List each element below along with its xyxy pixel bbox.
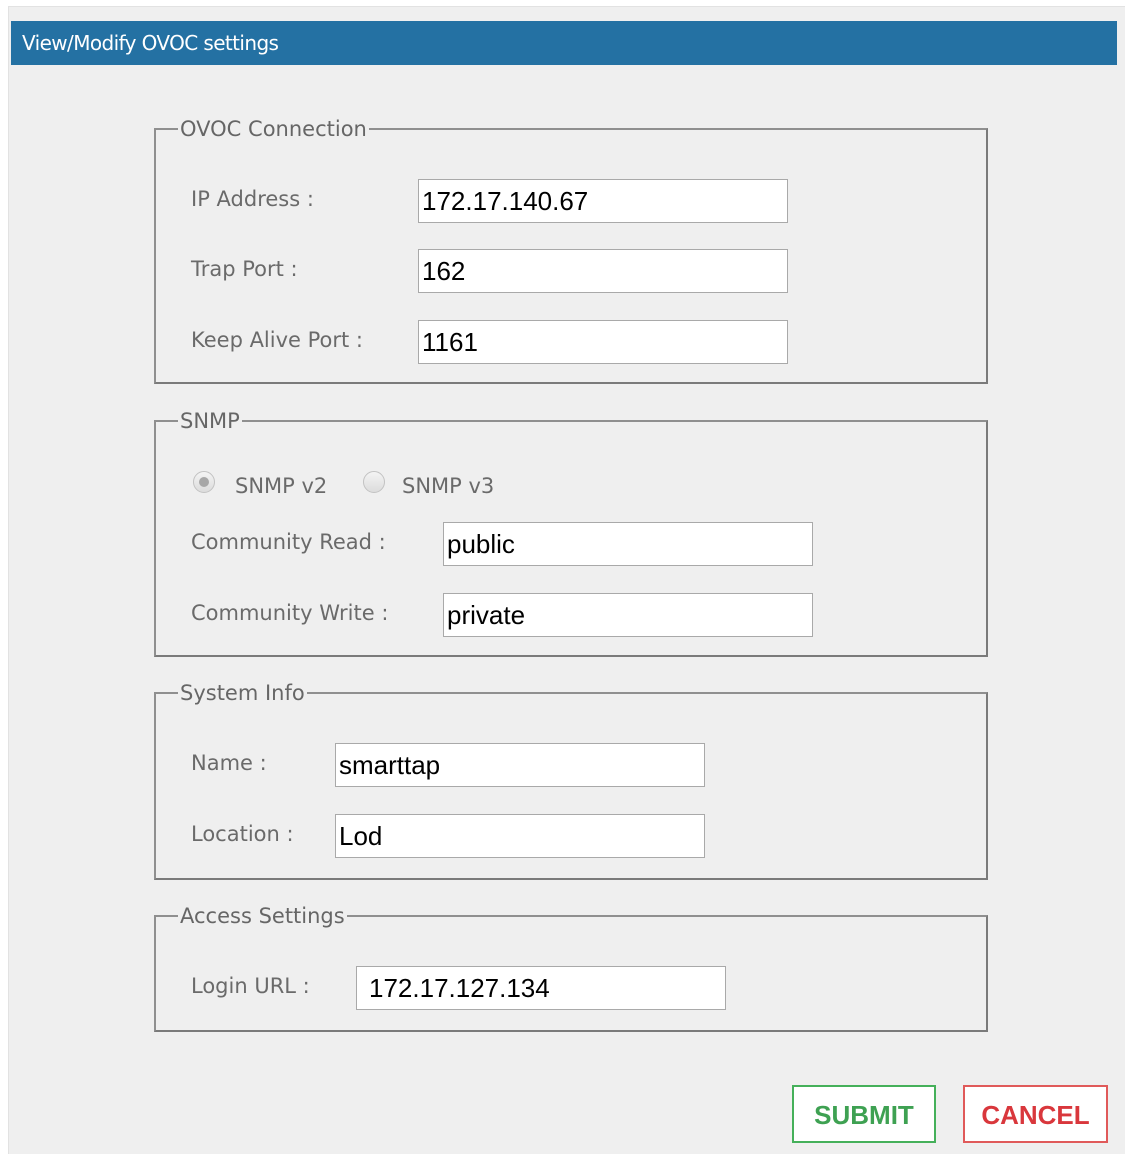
- location-label: Location :: [191, 822, 294, 846]
- name-input[interactable]: [335, 743, 705, 787]
- login-url-input[interactable]: [356, 966, 726, 1010]
- system-info-legend: System Info: [180, 681, 305, 705]
- keep-alive-port-label: Keep Alive Port :: [191, 328, 364, 352]
- cancel-button[interactable]: CANCEL: [963, 1085, 1108, 1143]
- snmp-legend: SNMP: [180, 409, 240, 433]
- login-url-label: Login URL :: [191, 974, 310, 998]
- keep-alive-port-input[interactable]: [418, 320, 788, 364]
- community-read-input[interactable]: [443, 522, 813, 566]
- location-input[interactable]: [335, 814, 705, 858]
- snmp-v2-radio[interactable]: [193, 471, 215, 493]
- access-settings-legend: Access Settings: [180, 904, 345, 928]
- snmp-v2-label[interactable]: SNMP v2: [235, 474, 327, 498]
- ovoc-connection-legend: OVOC Connection: [180, 117, 367, 141]
- ovoc-connection-group: OVOC Connection IP Address : Trap Port :…: [154, 117, 988, 384]
- trap-port-input[interactable]: [418, 249, 788, 293]
- trap-port-label: Trap Port :: [191, 257, 298, 281]
- radio-selected-dot: [199, 477, 209, 487]
- community-read-label: Community Read :: [191, 530, 386, 554]
- ip-address-input[interactable]: [418, 179, 788, 223]
- community-write-label: Community Write :: [191, 601, 389, 625]
- community-write-input[interactable]: [443, 593, 813, 637]
- snmp-v3-radio[interactable]: [363, 471, 385, 493]
- submit-button[interactable]: SUBMIT: [792, 1085, 936, 1143]
- name-label: Name :: [191, 751, 267, 775]
- snmp-group: SNMP SNMP v2 SNMP v3 Community Read : Co…: [154, 409, 988, 657]
- dialog-title: View/Modify OVOC settings: [11, 21, 1117, 65]
- access-settings-group: Access Settings Login URL :: [154, 904, 988, 1032]
- ip-address-label: IP Address :: [191, 187, 314, 211]
- snmp-v3-label[interactable]: SNMP v3: [402, 474, 494, 498]
- system-info-group: System Info Name : Location :: [154, 681, 988, 880]
